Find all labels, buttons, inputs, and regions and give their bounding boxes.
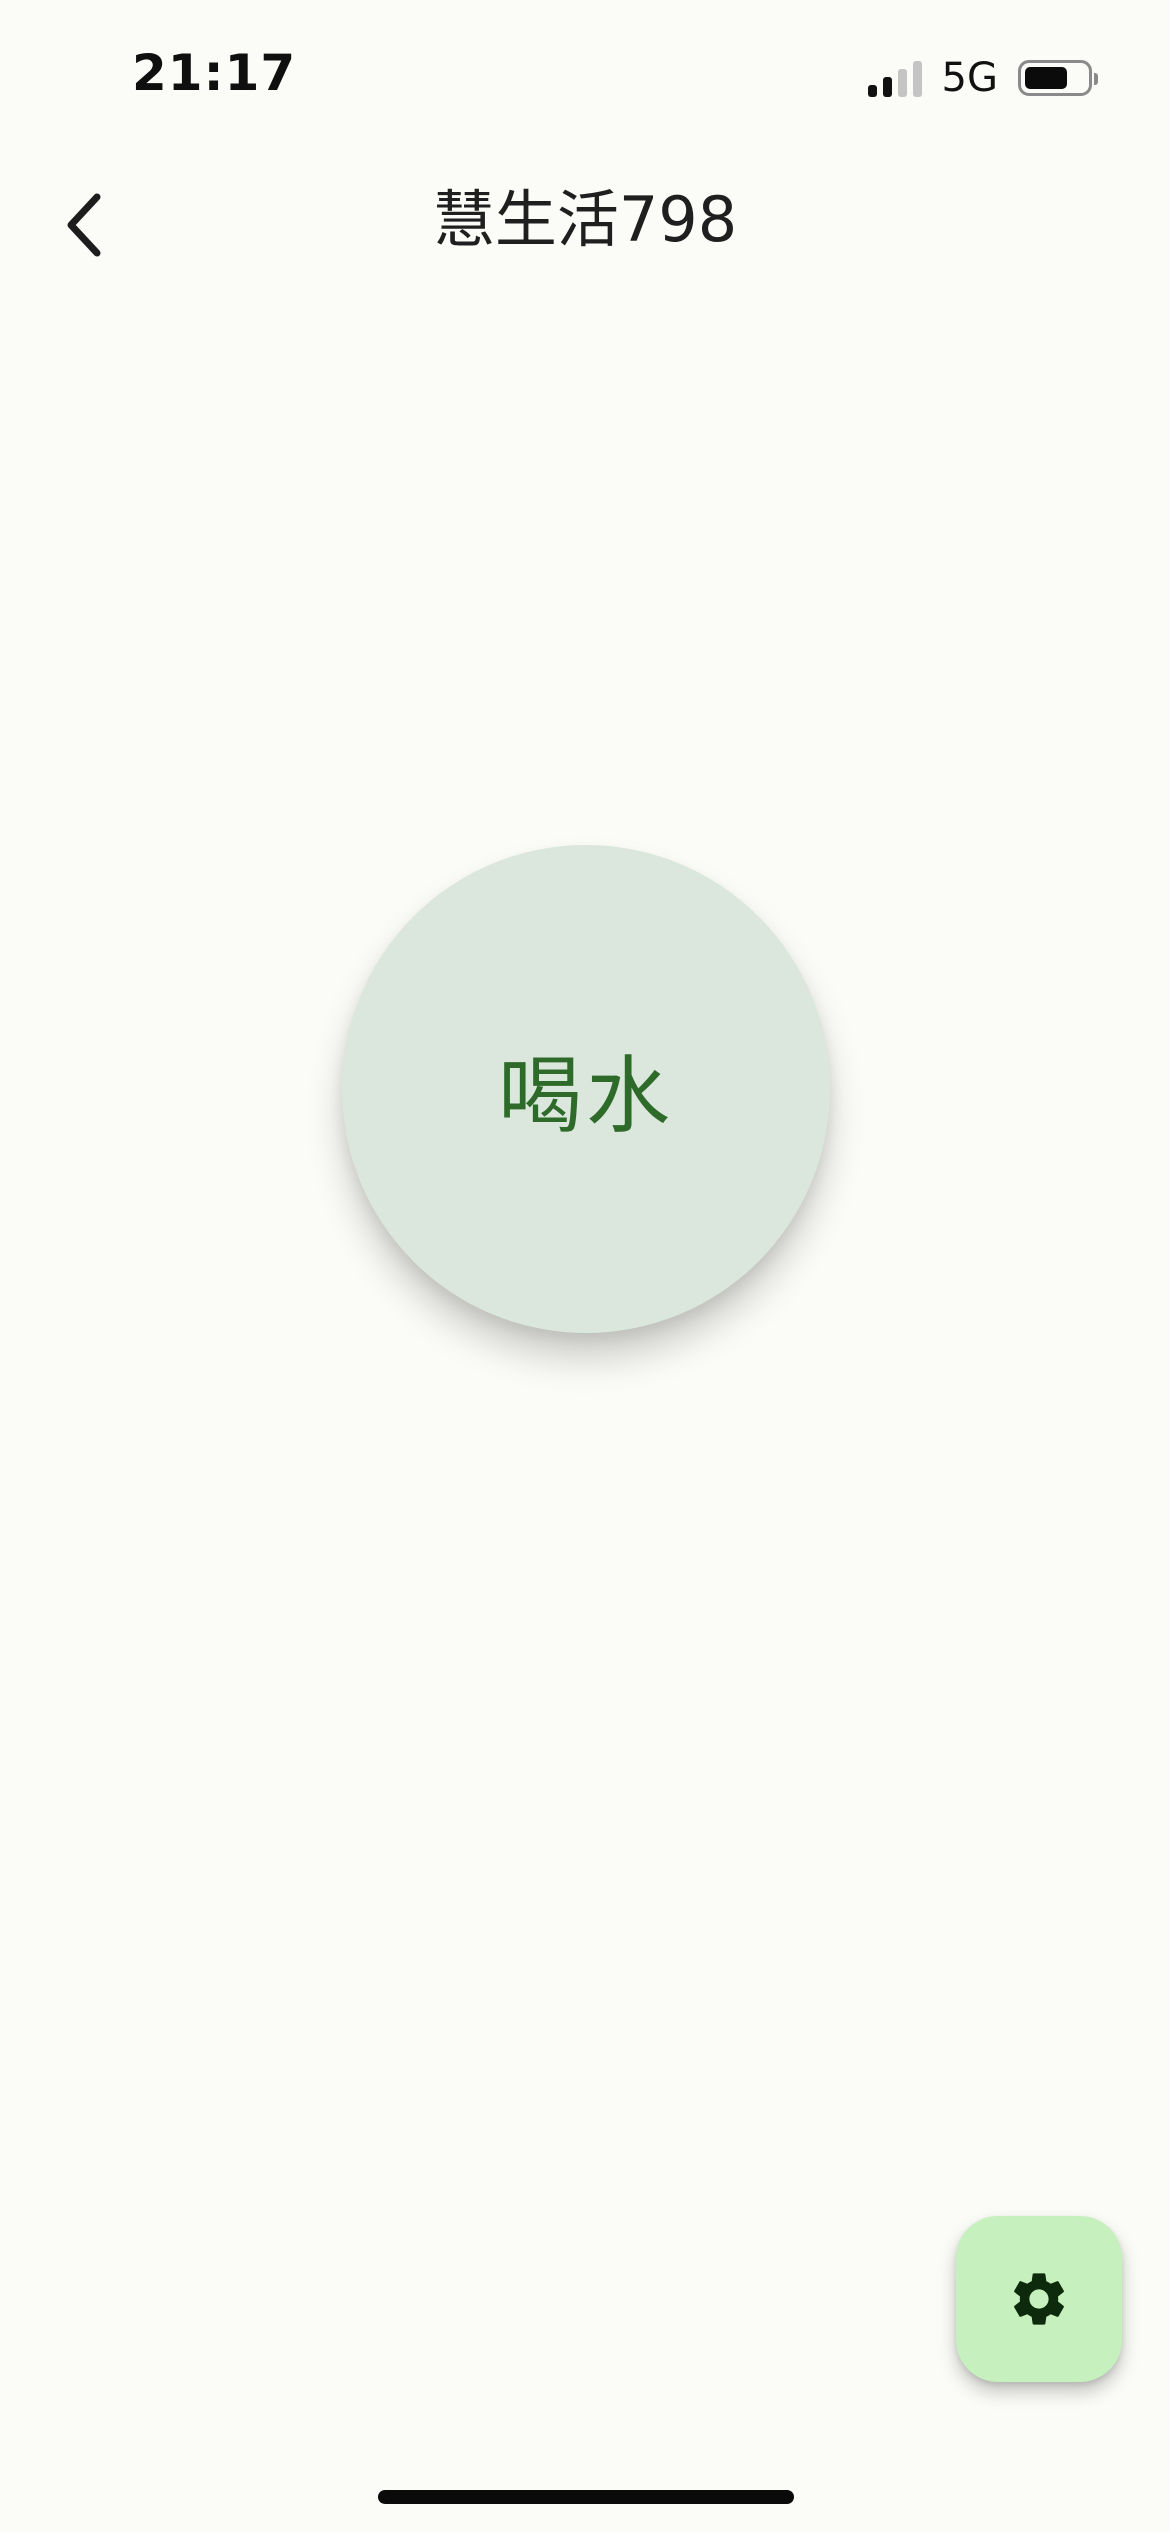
status-indicators: 5G	[867, 55, 1098, 101]
battery-level-fill	[1025, 67, 1067, 89]
page-title: 慧生活798	[432, 183, 738, 256]
cellular-signal-icon	[867, 59, 922, 97]
status-time: 21:17	[132, 44, 297, 102]
network-type: 5G	[941, 55, 998, 101]
battery-icon	[1018, 60, 1098, 96]
status-bar: 21:17 5G	[0, 0, 1170, 150]
settings-fab[interactable]	[956, 2216, 1122, 2382]
app-header: 慧生活798	[0, 160, 1170, 280]
drink-water-button[interactable]: 喝水	[342, 845, 830, 1333]
gear-icon	[1014, 2273, 1064, 2325]
home-indicator[interactable]	[378, 2490, 794, 2504]
drink-water-label: 喝水	[497, 1046, 674, 1145]
